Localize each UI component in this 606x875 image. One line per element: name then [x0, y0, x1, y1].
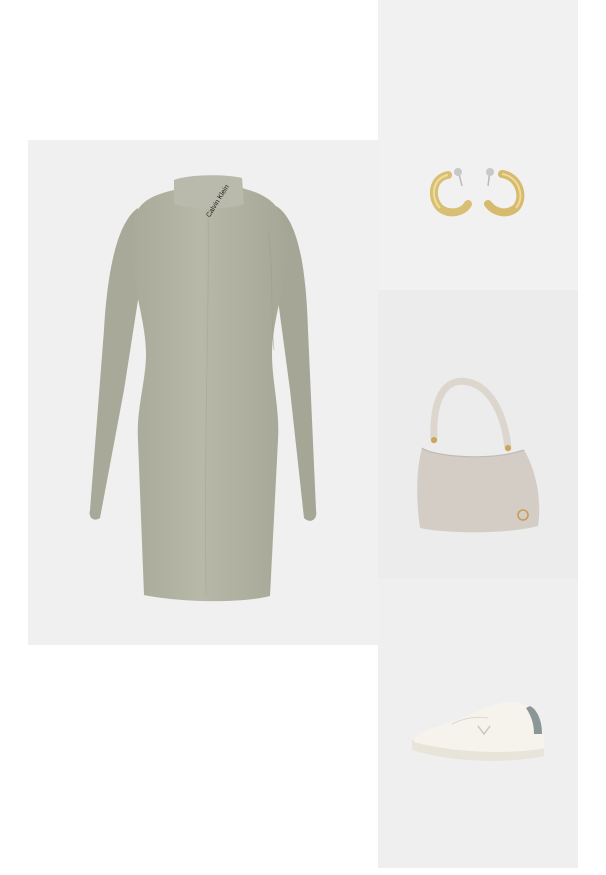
bag-strap-ring-left [431, 437, 437, 443]
dress-product-tile[interactable]: Calvin Klein [28, 140, 378, 645]
earrings-product-tile[interactable] [378, 0, 578, 290]
bag-strap [430, 377, 512, 452]
dress-left-sleeve [89, 208, 138, 520]
left-earring [429, 168, 472, 217]
sneaker-image [412, 701, 544, 761]
shoulder-bag-image [417, 377, 540, 533]
dress-image: Calvin Klein [89, 175, 317, 602]
shoulder-bag-product-tile[interactable] [378, 290, 578, 578]
dress-body [131, 178, 287, 602]
outfit-page: Calvin Klein [0, 0, 606, 875]
sneaker-product-tile[interactable] [378, 578, 578, 868]
earrings-image [429, 168, 525, 217]
right-earring [484, 168, 525, 217]
dress-collar [174, 175, 244, 209]
bag-strap-ring-right [505, 445, 511, 451]
